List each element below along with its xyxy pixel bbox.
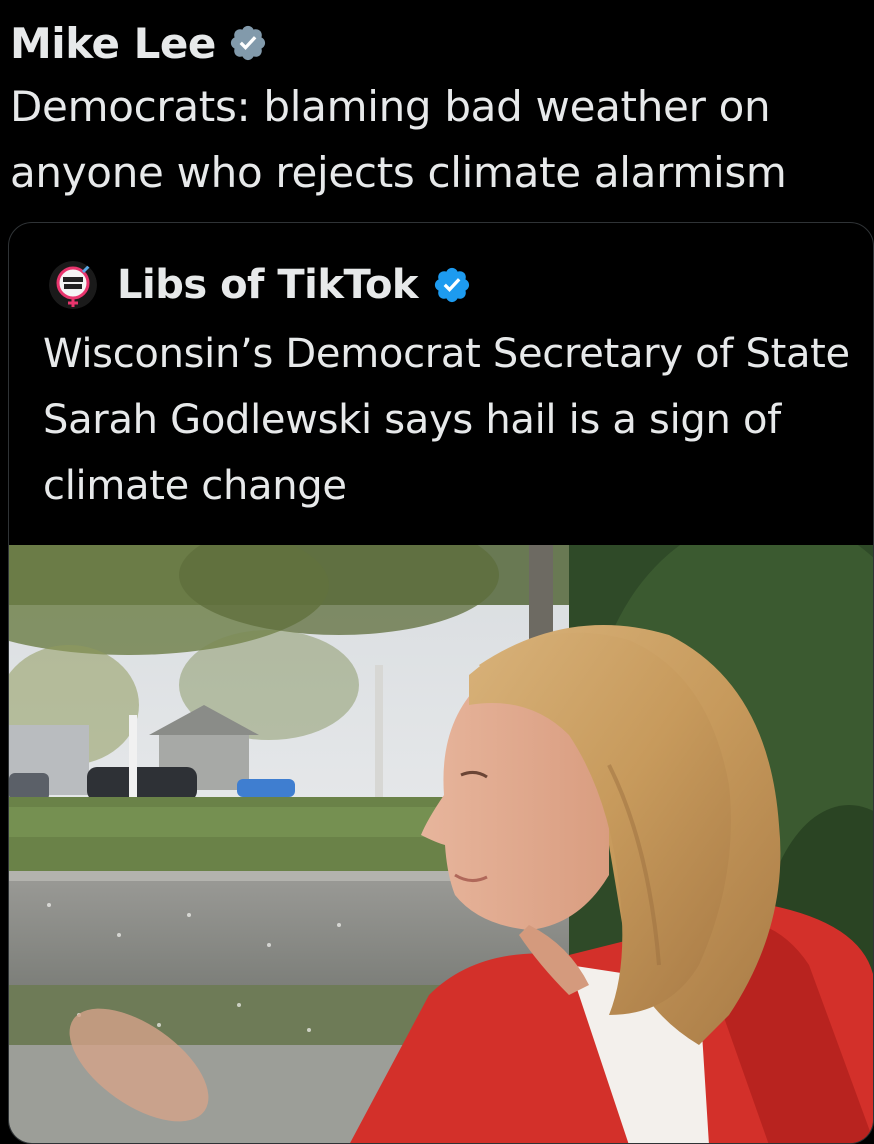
quoted-post-text: Wisconsin’s Democrat Secretary of State … xyxy=(43,331,850,509)
verified-badge-icon xyxy=(230,25,265,61)
author-name[interactable]: Mike Lee xyxy=(10,19,216,68)
libs-of-tiktok-avatar[interactable] xyxy=(49,261,97,309)
quoted-post-media[interactable] xyxy=(9,545,874,1144)
quoted-post-header[interactable]: Libs of TikTok xyxy=(49,257,472,313)
quoted-author-name[interactable]: Libs of TikTok xyxy=(117,262,419,308)
post: Mike Lee Democrats: blaming bad weather … xyxy=(0,0,874,1144)
verified-badge-icon xyxy=(434,267,470,303)
post-author-row[interactable]: Mike Lee xyxy=(10,16,268,70)
quoted-post-card[interactable]: Libs of TikTok Wisconsin’s Democrat Secr… xyxy=(8,222,874,1144)
video-frame-image[interactable] xyxy=(9,545,874,1144)
post-text: Democrats: blaming bad weather on anyone… xyxy=(10,82,787,197)
